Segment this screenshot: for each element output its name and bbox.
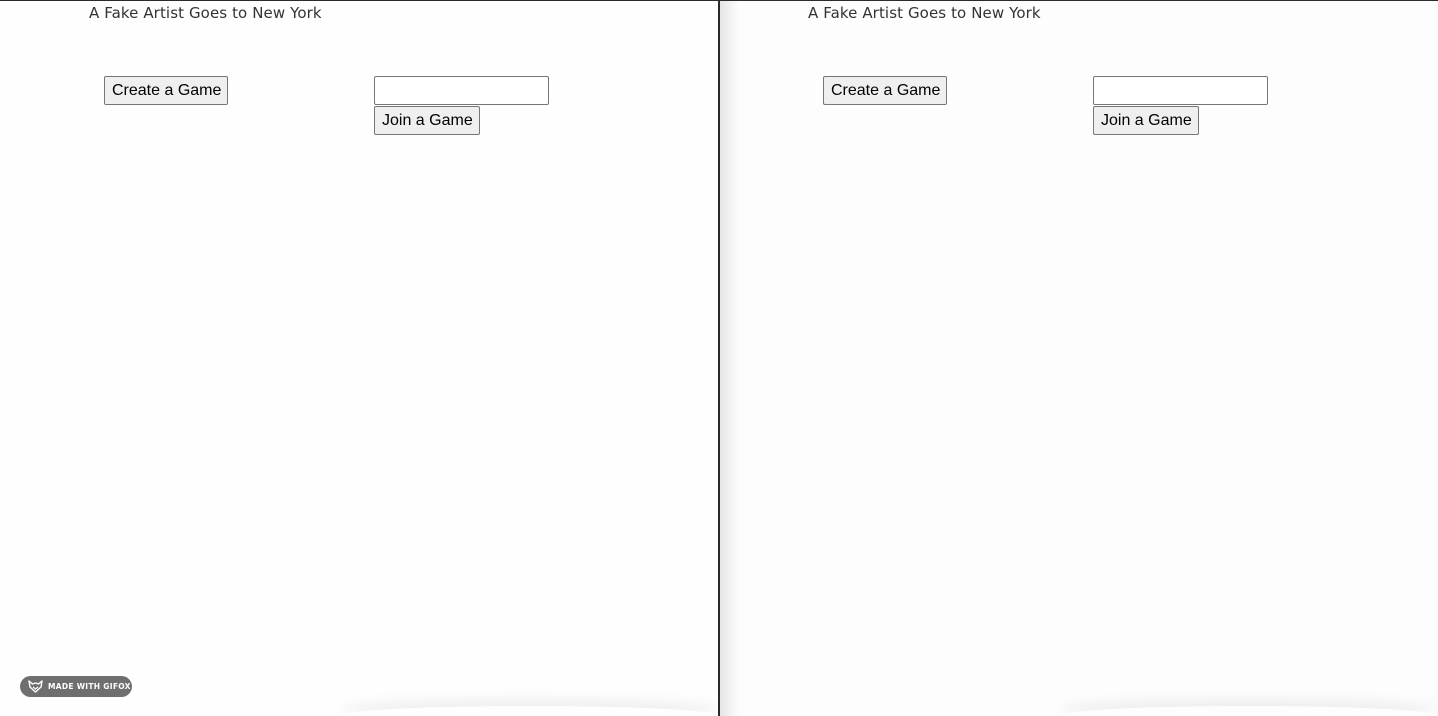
game-code-input[interactable] bbox=[374, 76, 549, 105]
watermark-label: MADE WITH GIFOX bbox=[48, 682, 131, 691]
gifox-watermark-badge: MADE WITH GIFOX bbox=[20, 676, 132, 697]
create-game-button[interactable]: Create a Game bbox=[823, 76, 947, 105]
app-title: A Fake Artist Goes to New York bbox=[89, 4, 322, 22]
create-game-button[interactable]: Create a Game bbox=[104, 76, 228, 105]
pane-divider[interactable] bbox=[718, 0, 720, 716]
app-title: A Fake Artist Goes to New York bbox=[808, 4, 1041, 22]
right-browser-pane: A Fake Artist Goes to New York Create a … bbox=[719, 0, 1438, 716]
join-game-button[interactable]: Join a Game bbox=[374, 106, 480, 135]
split-screen: A Fake Artist Goes to New York Create a … bbox=[0, 0, 1438, 716]
game-code-input[interactable] bbox=[1093, 76, 1268, 105]
fox-icon bbox=[28, 680, 43, 693]
left-browser-pane: A Fake Artist Goes to New York Create a … bbox=[0, 0, 719, 716]
join-game-button[interactable]: Join a Game bbox=[1093, 106, 1199, 135]
